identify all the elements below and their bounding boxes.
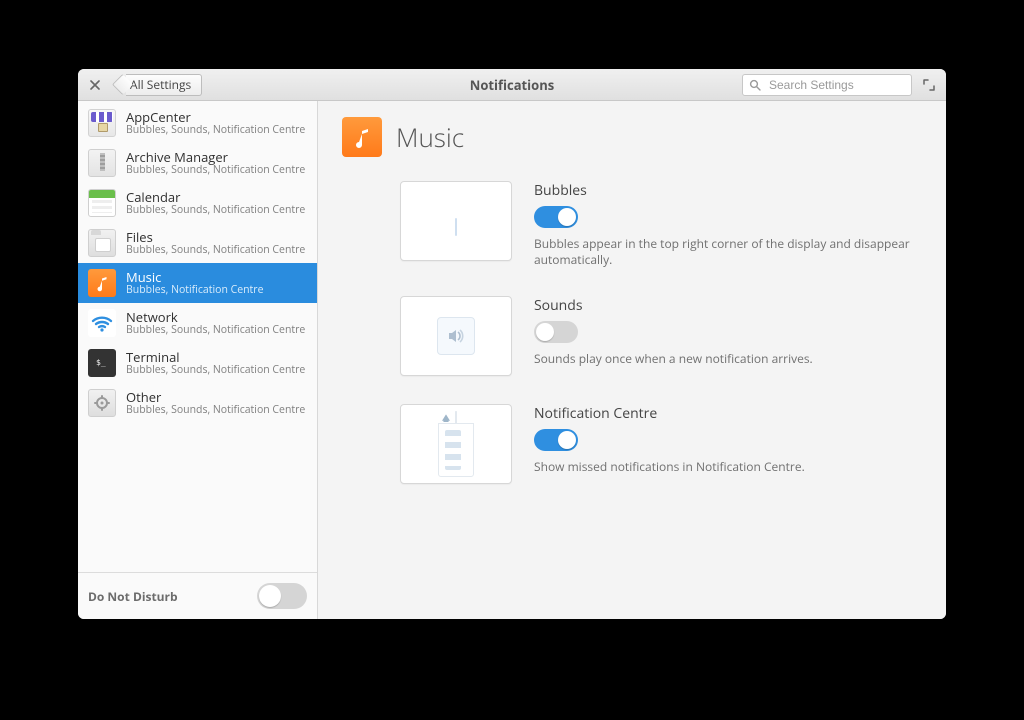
sidebar-item-label: Calendar xyxy=(126,190,305,205)
other-icon xyxy=(88,389,116,417)
sidebar-item-label: Files xyxy=(126,230,305,245)
sidebar-item-music[interactable]: MusicBubbles, Notification Centre xyxy=(78,263,317,303)
sidebar-item-archive[interactable]: Archive ManagerBubbles, Sounds, Notifica… xyxy=(78,143,317,183)
notification-centre-thumb xyxy=(400,404,512,484)
content-pane: Music Bubbles Bubbles appear in the top … xyxy=(318,101,946,619)
breadcrumb-all-settings[interactable]: All Settings xyxy=(112,74,202,96)
sidebar-item-label: Network xyxy=(126,310,305,325)
bubbles-desc: Bubbles appear in the top right corner o… xyxy=(534,236,922,268)
sidebar-item-network[interactable]: NetworkBubbles, Sounds, Notification Cen… xyxy=(78,303,317,343)
search-box[interactable] xyxy=(742,74,912,96)
option-sounds: Sounds Sounds play once when a new notif… xyxy=(400,296,922,376)
sidebar-item-sub: Bubbles, Sounds, Notification Centre xyxy=(126,124,305,136)
sidebar-item-appcenter[interactable]: AppCenterBubbles, Sounds, Notification C… xyxy=(78,103,317,143)
sidebar-item-label: AppCenter xyxy=(126,110,305,125)
option-notification-centre: Notification Centre Show missed notifica… xyxy=(400,404,922,484)
calendar-icon xyxy=(88,189,116,217)
sounds-desc: Sounds play once when a new notification… xyxy=(534,351,922,367)
svg-text:$_: $_ xyxy=(96,358,106,367)
dnd-toggle[interactable] xyxy=(257,583,307,609)
close-button[interactable] xyxy=(84,74,106,96)
notification-centre-toggle[interactable] xyxy=(534,429,578,451)
sidebar-item-label: Archive Manager xyxy=(126,150,305,165)
sidebar-item-other[interactable]: OtherBubbles, Sounds, Notification Centr… xyxy=(78,383,317,423)
sounds-title: Sounds xyxy=(534,296,922,315)
breadcrumb-label: All Settings xyxy=(126,74,202,96)
chevron-left-icon xyxy=(112,74,126,96)
music-note-icon xyxy=(350,125,374,149)
close-icon xyxy=(90,80,100,90)
network-icon xyxy=(88,309,116,337)
sidebar-item-label: Music xyxy=(126,270,263,285)
speaker-icon xyxy=(445,325,467,347)
archive-icon xyxy=(88,149,116,177)
maximize-button[interactable] xyxy=(918,74,940,96)
sidebar-item-sub: Bubbles, Sounds, Notification Centre xyxy=(126,324,305,336)
bubbles-thumb xyxy=(400,181,512,261)
terminal-icon: $_ xyxy=(88,349,116,377)
files-icon xyxy=(88,229,116,257)
sidebar-item-sub: Bubbles, Notification Centre xyxy=(126,284,263,296)
window-body: AppCenterBubbles, Sounds, Notification C… xyxy=(78,101,946,619)
music-icon xyxy=(342,117,382,157)
sidebar-item-files[interactable]: FilesBubbles, Sounds, Notification Centr… xyxy=(78,223,317,263)
sidebar-item-sub: Bubbles, Sounds, Notification Centre xyxy=(126,364,305,376)
sidebar-item-sub: Bubbles, Sounds, Notification Centre xyxy=(126,164,305,176)
sidebar-item-sub: Bubbles, Sounds, Notification Centre xyxy=(126,204,305,216)
bubbles-title: Bubbles xyxy=(534,181,922,200)
sidebar-footer: Do Not Disturb xyxy=(78,572,317,619)
sidebar: AppCenterBubbles, Sounds, Notification C… xyxy=(78,101,318,619)
content-header: Music xyxy=(342,117,922,157)
notification-centre-title: Notification Centre xyxy=(534,404,922,423)
option-bubbles: Bubbles Bubbles appear in the top right … xyxy=(400,181,922,268)
search-icon xyxy=(749,79,761,91)
sidebar-item-sub: Bubbles, Sounds, Notification Centre xyxy=(126,244,305,256)
sidebar-item-terminal[interactable]: $_ TerminalBubbles, Sounds, Notification … xyxy=(78,343,317,383)
sounds-toggle[interactable] xyxy=(534,321,578,343)
settings-window: All Settings Notifications AppCenterBubb… xyxy=(78,69,946,619)
maximize-icon xyxy=(923,79,935,91)
sidebar-item-label: Terminal xyxy=(126,350,305,365)
bubbles-toggle[interactable] xyxy=(534,206,578,228)
music-icon xyxy=(88,269,116,297)
sidebar-item-label: Other xyxy=(126,390,305,405)
sidebar-item-sub: Bubbles, Sounds, Notification Centre xyxy=(126,404,305,416)
titlebar: All Settings Notifications xyxy=(78,69,946,101)
dnd-label: Do Not Disturb xyxy=(88,588,178,605)
app-list: AppCenterBubbles, Sounds, Notification C… xyxy=(78,101,317,572)
appcenter-icon xyxy=(88,109,116,137)
notification-centre-desc: Show missed notifications in Notificatio… xyxy=(534,459,922,475)
content-title: Music xyxy=(396,119,464,155)
sounds-thumb xyxy=(400,296,512,376)
sidebar-item-calendar[interactable]: CalendarBubbles, Sounds, Notification Ce… xyxy=(78,183,317,223)
search-input[interactable] xyxy=(767,77,905,93)
